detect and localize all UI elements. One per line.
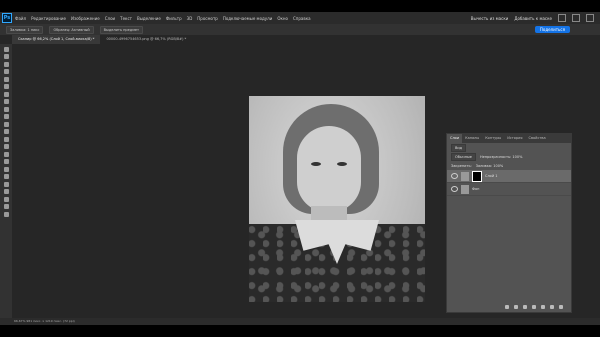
move-tool-icon[interactable]	[3, 46, 9, 52]
eyedropper-tool-icon[interactable]	[3, 91, 9, 97]
tab-history[interactable]: История	[504, 134, 525, 143]
fill-field[interactable]: Заливка: 100%	[476, 164, 504, 168]
group-icon[interactable]	[541, 305, 545, 309]
lock-row: Закрепить: Заливка: 100%	[447, 161, 571, 170]
menu-file[interactable]: Файл	[15, 16, 26, 21]
new-layer-icon[interactable]	[550, 305, 554, 309]
portrait-face	[297, 126, 361, 212]
subtract-mask-button[interactable]: Вычесть из маски	[471, 16, 509, 21]
opacity-field[interactable]: Непрозрачность: 100%	[480, 155, 523, 159]
document-tab[interactable]: 00000-4996754653.png @ 66,7% (RGB/8#) *	[100, 35, 192, 44]
layer-thumbnail	[461, 171, 469, 181]
menu-plugins[interactable]: Подключаемые модули	[223, 16, 273, 21]
portrait-eye-right	[337, 162, 347, 166]
ps-logo-icon: Ps	[2, 13, 12, 23]
tools-panel	[0, 44, 12, 325]
gradient-tool-icon[interactable]	[3, 136, 9, 142]
layers-panel: Слои Каналы Контуры История Свойства Вид…	[446, 133, 572, 313]
menu-view[interactable]: Просмотр	[197, 16, 218, 21]
blur-tool-icon[interactable]	[3, 144, 9, 149]
minimize-icon[interactable]	[558, 14, 566, 22]
close-icon[interactable]	[586, 14, 594, 22]
share-button[interactable]: Поделиться	[534, 26, 570, 33]
crop-tool-icon[interactable]	[3, 76, 9, 82]
lock-label: Закрепить:	[451, 163, 472, 168]
blend-row: Обычные Непрозрачность: 100%	[447, 152, 571, 161]
select-subject-button[interactable]: Выделить предмет	[99, 25, 144, 34]
layer-mask-thumbnail[interactable]	[472, 170, 482, 182]
healing-brush-tool-icon[interactable]	[3, 99, 9, 104]
eraser-tool-icon[interactable]	[3, 129, 9, 134]
menu-edit[interactable]: Редактирование	[31, 16, 66, 21]
menu-select[interactable]: Выделение	[137, 16, 161, 21]
layer-name: Фон	[472, 187, 480, 191]
menu-right: Вычесть из маски Добавить к маске	[471, 14, 594, 22]
add-mask-icon[interactable]	[523, 305, 527, 309]
letterbox-bottom	[0, 325, 600, 337]
portrait-photo	[249, 96, 425, 302]
maximize-icon[interactable]	[572, 14, 580, 22]
document-tab-active[interactable]: Сканир @ 66,2% (Слой 1, Слой-маска/8) *	[12, 35, 101, 44]
menu-filter[interactable]: Фильтр	[166, 16, 182, 21]
menu-text[interactable]: Текст	[120, 16, 132, 21]
tab-paths[interactable]: Контуры	[482, 134, 504, 143]
status-bar: 66,67% 981 пикс. x 1219 пикс. (72 ppi)	[0, 318, 600, 325]
path-select-tool-icon[interactable]	[3, 174, 9, 179]
layers-panel-tabs: Слои Каналы Контуры История Свойства	[447, 134, 571, 143]
lasso-tool-icon[interactable]	[3, 61, 9, 67]
tab-properties[interactable]: Свойства	[526, 134, 549, 143]
history-brush-tool-icon[interactable]	[3, 121, 9, 127]
type-tool-icon[interactable]	[3, 166, 9, 172]
layer-style-icon[interactable]	[514, 305, 518, 309]
frame-tool-icon[interactable]	[3, 84, 9, 89]
more-tools-icon[interactable]	[3, 204, 9, 209]
menu-window[interactable]: Окно	[277, 16, 288, 21]
marquee-tool-icon[interactable]	[3, 54, 9, 59]
layer-row[interactable]: Фон	[447, 183, 571, 196]
layer-thumbnail	[461, 184, 469, 194]
document-tabs: Сканир @ 66,2% (Слой 1, Слой-маска/8) * …	[12, 35, 600, 44]
zoom-tool-icon[interactable]	[3, 196, 9, 202]
blend-mode-select[interactable]: Обычные	[451, 152, 476, 161]
menu-help[interactable]: Справка	[293, 16, 311, 21]
brush-tool-icon[interactable]	[3, 106, 9, 112]
letterbox-top	[0, 0, 600, 12]
menu-3d[interactable]: 3D	[187, 16, 193, 21]
clone-stamp-tool-icon[interactable]	[3, 114, 9, 119]
add-mask-button[interactable]: Добавить к маске	[514, 16, 552, 21]
menu-image[interactable]: Изображение	[71, 16, 100, 21]
pen-tool-icon[interactable]	[3, 159, 9, 164]
delete-layer-icon[interactable]	[559, 305, 563, 309]
photoshop-window: Ps Файл Редактирование Изображение Слои …	[0, 12, 600, 325]
hand-tool-icon[interactable]	[3, 189, 9, 194]
layer-name: Слой 1	[485, 174, 498, 178]
tab-channels[interactable]: Каналы	[462, 134, 482, 143]
adjustment-layer-icon[interactable]	[532, 305, 536, 309]
menu-bar: Ps Файл Редактирование Изображение Слои …	[0, 12, 600, 24]
sample-select[interactable]: Образец: Активный	[49, 25, 94, 34]
layers-panel-footer	[447, 302, 571, 312]
shape-tool-icon[interactable]	[3, 181, 9, 187]
quick-select-tool-icon[interactable]	[3, 69, 9, 74]
brush-size-field[interactable]: Заливка: 1 пикс	[6, 25, 44, 34]
visibility-eye-icon[interactable]	[451, 173, 458, 179]
link-layers-icon[interactable]	[505, 305, 509, 309]
layer-filter-row: Вид	[447, 143, 571, 152]
tab-layers[interactable]: Слои	[447, 134, 463, 143]
color-swatches-icon[interactable]	[3, 211, 9, 217]
options-bar: Заливка: 1 пикс Образец: Активный Выдели…	[0, 24, 600, 35]
layer-kind-select[interactable]: Вид	[451, 143, 467, 152]
dodge-tool-icon[interactable]	[3, 151, 9, 157]
menu-layers[interactable]: Слои	[105, 16, 115, 21]
visibility-eye-icon[interactable]	[451, 186, 458, 192]
portrait-eye-left	[311, 162, 321, 166]
layer-row[interactable]: Слой 1	[447, 170, 571, 183]
